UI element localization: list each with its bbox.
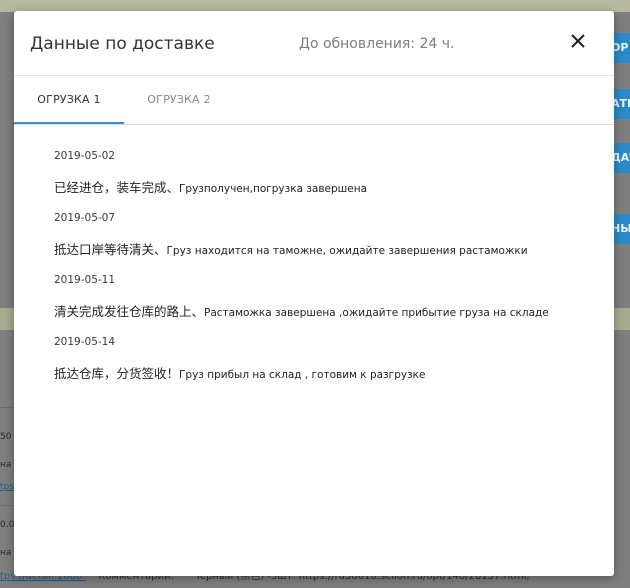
background-divider <box>0 407 14 408</box>
close-icon <box>571 34 585 48</box>
delivery-modal: Данные по доставке До обновления: 24 ч. … <box>14 11 614 576</box>
entry-date: 2019-05-14 <box>54 336 116 348</box>
shipment-tabs: ОГРУЗКА 1 ОГРУЗКА 2 <box>14 76 614 125</box>
entry-status: 清关完成发往仓库的路上、Растаможка завершена ,ожидай… <box>54 303 549 319</box>
background-text-fragment: 50 <box>0 432 12 442</box>
background-divider <box>0 505 14 506</box>
background-text-fragment: 0.0 <box>0 520 14 530</box>
entry-status-zh: 抵达口岸等待清关、 <box>54 242 167 257</box>
modal-header: Данные по доставке До обновления: 24 ч. <box>14 11 614 76</box>
entry-status: 已经进仓，装车完成、Грузполучен,погрузка завершена <box>54 179 549 195</box>
entry-status-ru: Грузполучен,погрузка завершена <box>179 183 368 195</box>
entry-date: 2019-05-02 <box>54 150 116 162</box>
entry-date: 2019-05-07 <box>54 212 116 224</box>
tracking-history: 2019-05-02 已经进仓，装车完成、Грузполучен,погрузк… <box>54 148 549 396</box>
entry-status-zh: 清关完成发往仓库的路上、 <box>54 304 205 319</box>
tracking-entry: 2019-05-07 抵达口岸等待清关、Груз находится на та… <box>54 210 549 257</box>
tracking-entry: 2019-05-11 清关完成发往仓库的路上、Растаможка заверш… <box>54 272 549 319</box>
tab-shipment-2[interactable]: ОГРУЗКА 2 <box>124 76 234 124</box>
close-button[interactable] <box>567 30 589 52</box>
tracking-entry: 2019-05-14 抵达仓库，分货签收！Груз прибыл на скла… <box>54 334 549 381</box>
entry-date: 2019-05-11 <box>54 274 116 286</box>
tracking-entry: 2019-05-02 已经进仓，装车完成、Грузполучен,погрузк… <box>54 148 549 195</box>
entry-status-ru: Груз находится на таможне, ожидайте заве… <box>166 245 528 257</box>
background-text-fragment: на <box>0 460 12 470</box>
active-tab-indicator <box>14 122 124 124</box>
tab-shipment-1[interactable]: ОГРУЗКА 1 <box>14 76 124 124</box>
entry-status-zh: 抵达仓库，分货签收！ <box>54 366 180 381</box>
entry-status: 抵达仓库，分货签收！Груз прибыл на склад , готовим… <box>54 365 549 381</box>
background-link-fragment: tps <box>0 482 14 492</box>
modal-title: Данные по доставке <box>30 34 215 54</box>
entry-status-zh: 已经进仓，装车完成、 <box>54 180 180 195</box>
update-timer: До обновления: 24 ч. <box>299 36 455 52</box>
entry-status-ru: Растаможка завершена ,ожидайте прибытие … <box>204 307 549 319</box>
entry-status: 抵达口岸等待清关、Груз находится на таможне, ожид… <box>54 241 549 257</box>
entry-status-ru: Груз прибыл на склад , готовим к разгруз… <box>179 369 426 381</box>
background-text-fragment: на <box>0 548 12 558</box>
